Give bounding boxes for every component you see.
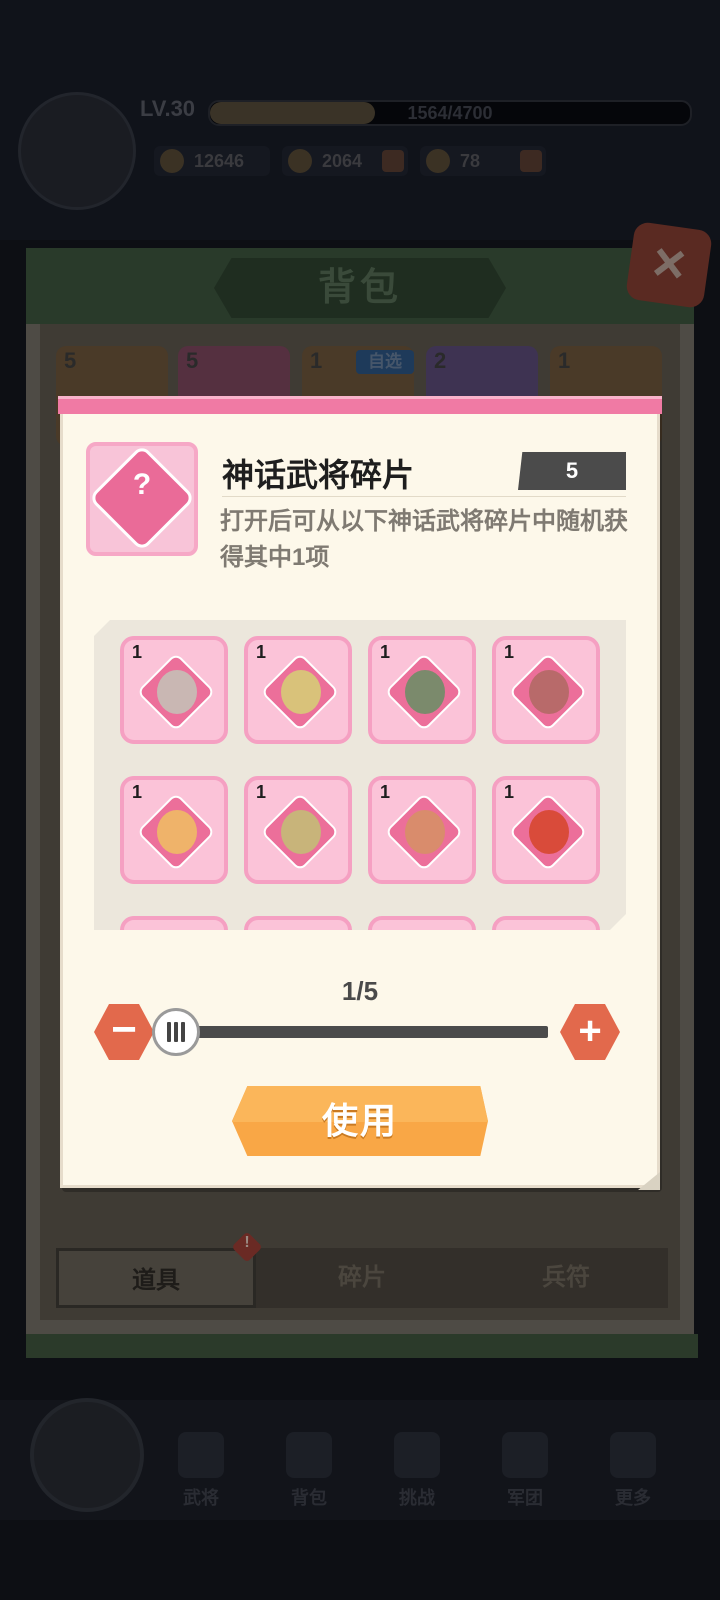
tab-fragments[interactable]: 碎片 — [262, 1248, 462, 1308]
quantity-indicator: 1/5 — [341, 976, 379, 1006]
nav-legion[interactable]: 军团 — [480, 1432, 570, 1510]
fragment-slot[interactable]: 1 — [492, 776, 600, 884]
item-icon: ? — [86, 442, 198, 556]
add-gem-button[interactable] — [520, 150, 542, 172]
general-portrait — [157, 670, 197, 714]
grip-icon — [165, 1022, 187, 1042]
bag-footer — [26, 1334, 698, 1358]
item-description: 打开后可从以下神话武将碎片中随机获得其中1项 — [220, 508, 628, 571]
bag-icon — [286, 1432, 332, 1478]
bag-title: 背包 — [317, 267, 402, 309]
nav-generals[interactable]: 武将 — [156, 1432, 246, 1510]
main-avatar-button[interactable] — [30, 1398, 144, 1512]
helmet-icon — [178, 1432, 224, 1478]
quantity-slider-thumb[interactable] — [152, 1008, 200, 1056]
fragment-slot[interactable] — [492, 916, 600, 930]
fragment-slot[interactable] — [120, 916, 228, 930]
fragment-slot[interactable]: 1 — [244, 776, 352, 884]
fragment-count: 1 — [380, 782, 391, 802]
fragment-slot[interactable] — [368, 916, 476, 930]
add-gold-button[interactable] — [382, 150, 404, 172]
gold-resource: 2064 — [282, 146, 408, 176]
power-resource: 12646 — [154, 146, 270, 176]
nav-more[interactable]: 更多 — [588, 1432, 678, 1510]
general-portrait — [529, 670, 569, 714]
grid-icon — [610, 1432, 656, 1478]
zixuan-tag: 自选 — [356, 350, 414, 374]
fragment-count: 1 — [132, 782, 143, 802]
fragment-slot[interactable]: 1 — [492, 636, 600, 744]
gem-value: 78 — [460, 151, 481, 171]
fragment-slot[interactable] — [244, 916, 352, 930]
use-button-label: 使用 — [321, 1100, 398, 1141]
fragment-slot[interactable]: 1 — [120, 776, 228, 884]
item-name: 神话武将碎片 — [222, 457, 415, 493]
modal-top-bar — [58, 396, 662, 414]
power-value: 12646 — [194, 151, 245, 171]
general-portrait — [281, 810, 321, 854]
item-count-badge: 5 — [518, 452, 626, 490]
power-icon — [160, 149, 184, 173]
shield-icon — [502, 1432, 548, 1478]
fragment-slot[interactable]: 1 — [368, 776, 476, 884]
fragment-count: 1 — [256, 642, 267, 662]
nav-bag[interactable]: 背包 — [264, 1432, 354, 1510]
swords-icon — [394, 1432, 440, 1478]
exp-text: 1564/4700 — [407, 103, 493, 123]
fragment-count: 1 — [256, 782, 267, 802]
player-level: LV.30 — [140, 96, 196, 121]
fragment-count: 1 — [132, 642, 143, 662]
fragment-grid[interactable]: 1 1 1 1 1 1 1 1 — [94, 620, 626, 930]
general-portrait — [405, 670, 445, 714]
tab-alert-text: ! — [244, 1234, 250, 1251]
gold-value: 2064 — [322, 151, 363, 171]
general-portrait — [405, 810, 445, 854]
gold-coin-icon — [288, 149, 312, 173]
tab-items[interactable]: 道具 — [56, 1248, 256, 1308]
question-mark: ? — [132, 468, 152, 501]
general-portrait — [157, 810, 197, 854]
fragment-count: 1 — [380, 642, 391, 662]
player-avatar[interactable] — [18, 92, 136, 210]
fragment-count: 1 — [504, 782, 515, 802]
gem-icon — [426, 149, 450, 173]
close-icon[interactable]: × — [624, 220, 714, 310]
divider — [222, 496, 626, 497]
quantity-slider-track[interactable] — [176, 1026, 548, 1038]
nav-challenge[interactable]: 挑战 — [372, 1432, 462, 1510]
fragment-slot[interactable]: 1 — [120, 636, 228, 744]
gem-resource: 78 — [420, 146, 546, 176]
exp-bar: 1564/4700 — [208, 100, 692, 126]
fragment-slot[interactable]: 1 — [244, 636, 352, 744]
fragment-slot[interactable]: 1 — [368, 636, 476, 744]
general-portrait — [281, 670, 321, 714]
tab-tokens[interactable]: 兵符 — [466, 1248, 666, 1308]
fragment-count: 1 — [504, 642, 515, 662]
general-portrait — [529, 810, 569, 854]
